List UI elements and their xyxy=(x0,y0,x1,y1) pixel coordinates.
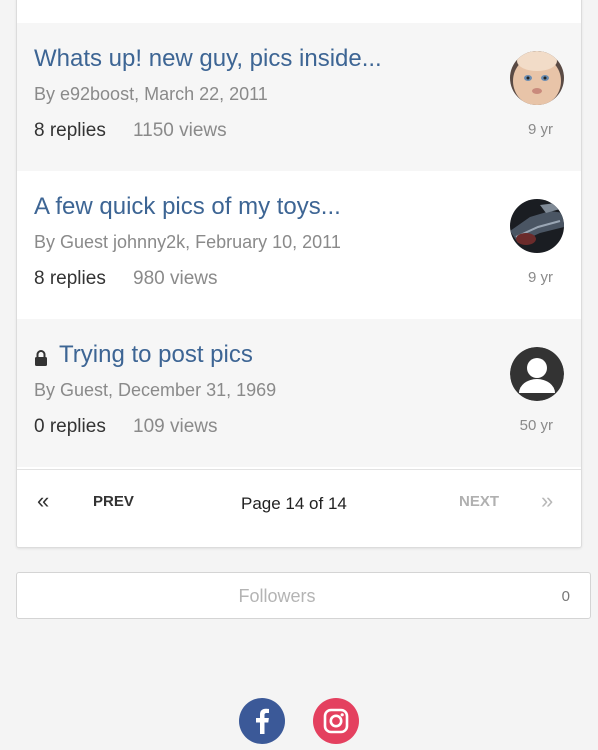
topic-meta: By Guest, December 31, 1969 xyxy=(34,380,277,400)
followers-button[interactable]: Followers 0 xyxy=(16,572,591,619)
baby-photo-avatar[interactable] xyxy=(510,51,564,105)
dark-photo-avatar[interactable] xyxy=(510,199,564,253)
followers-count: 0 xyxy=(561,588,570,605)
topic-list-card: Whats up! new guy, pics inside... By e92… xyxy=(16,0,582,548)
double-chevron-left-icon[interactable]: « xyxy=(37,488,49,514)
lock-icon xyxy=(35,350,47,366)
facebook-icon[interactable] xyxy=(239,698,285,744)
replies-count: 8 replies xyxy=(34,268,106,289)
topic-age: 50 yr xyxy=(519,417,553,434)
double-chevron-right-icon: » xyxy=(541,488,554,513)
replies-count: 0 replies xyxy=(34,416,106,437)
prev-page-button[interactable]: PREV xyxy=(93,493,134,510)
views-count: 109 views xyxy=(133,416,218,437)
topic-row[interactable]: Whats up! new guy, pics inside... By e92… xyxy=(17,23,581,171)
pagination-bar: « PREV Page 14 of 14 NEXT » xyxy=(17,469,581,547)
views-count: 980 views xyxy=(133,268,218,289)
topic-row[interactable]: A few quick pics of my toys... By Guest … xyxy=(17,171,581,319)
replies-count: 8 replies xyxy=(34,120,106,141)
topic-meta: By e92boost, March 22, 2011 xyxy=(34,84,268,104)
instagram-icon[interactable] xyxy=(313,698,359,744)
topic-title-link[interactable]: Trying to post pics xyxy=(59,341,253,369)
topic-title-link[interactable]: A few quick pics of my toys... xyxy=(34,193,341,221)
default-user-avatar[interactable] xyxy=(510,347,564,401)
next-page-button: NEXT xyxy=(459,493,500,510)
topic-meta: By Guest johnny2k, February 10, 2011 xyxy=(34,232,341,252)
topic-age: 9 yr xyxy=(527,269,553,286)
page: Whats up! new guy, pics inside... By e92… xyxy=(0,0,598,750)
topic-row[interactable]: Trying to post pics By Guest, December 3… xyxy=(17,319,581,467)
topic-title-link[interactable]: Whats up! new guy, pics inside... xyxy=(34,45,382,73)
followers-label: Followers xyxy=(238,586,316,606)
topic-age: 9 yr xyxy=(527,121,553,138)
page-indicator[interactable]: Page 14 of 14 xyxy=(241,494,347,514)
views-count: 1150 views xyxy=(133,120,227,141)
